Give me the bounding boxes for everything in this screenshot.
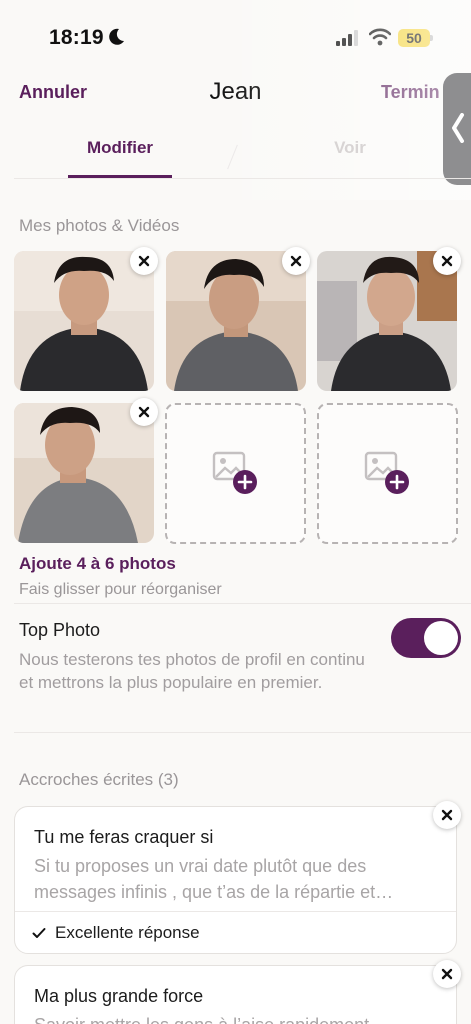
done-button[interactable]: Termin [381,82,440,103]
add-photo-icon [364,451,409,494]
prompt-badge: Excellente réponse [32,923,200,943]
close-icon [138,406,150,418]
checkmark-icon [32,928,46,938]
add-photo-slot-6[interactable] [317,403,458,544]
status-time: 18:19 [49,26,104,49]
close-icon [441,809,453,821]
tab-divider [227,144,238,170]
divider [14,732,471,733]
profile-photo-4[interactable] [14,403,154,543]
close-icon [138,255,150,267]
chevron-left-icon [452,113,464,143]
top-photo-description: Nous testerons tes photos de profil en c… [19,650,365,692]
add-photo-icon [212,451,257,494]
close-icon [441,968,453,980]
add-photos-title: Ajoute 4 à 6 photos [19,554,176,573]
moon-icon [109,28,124,45]
prompt-card-1[interactable]: Tu me feras craquer si Si tu proposes un… [14,806,457,954]
toggle-knob [424,621,458,655]
tab-view[interactable]: Voir [305,138,395,158]
profile-photo-1[interactable] [14,251,154,391]
top-photo-title: Top Photo [19,620,101,640]
divider [14,178,471,179]
remove-photo-4-button[interactable] [130,398,158,426]
prompt-answer: Si tu proposes un vrai date plutôt que d… [34,856,394,902]
add-photo-slot-5[interactable] [165,403,306,544]
battery-indicator: 50 [398,29,430,47]
tab-edit[interactable]: Modifier [68,138,172,158]
remove-prompt-2-button[interactable] [433,960,461,988]
remove-photo-1-button[interactable] [130,247,158,275]
remove-prompt-1-button[interactable] [433,801,461,829]
remove-photo-3-button[interactable] [433,247,461,275]
wifi-icon [369,28,391,46]
prompt-question: Ma plus grande force [34,986,204,1006]
cancel-button[interactable]: Annuler [19,82,87,103]
profile-photo-2[interactable] [166,251,306,391]
prompt-answer: Savoir mettre les gens à l’aise rapideme… [34,1012,434,1024]
battery-tip [430,35,433,41]
top-photo-toggle[interactable] [391,618,461,658]
prompts-section-title: Accroches écrites (3) [19,770,179,789]
divider [14,603,471,604]
badge-label: Excellente réponse [55,923,200,942]
card-divider [15,911,456,912]
signal-icon [336,30,358,46]
prompt-card-2[interactable]: Ma plus grande force Savoir mettre les g… [14,965,457,1024]
close-icon [290,255,302,267]
side-panel-handle[interactable] [443,73,471,185]
photos-section-title: Mes photos & Vidéos [19,216,180,235]
profile-photo-3[interactable] [317,251,457,391]
close-icon [441,255,453,267]
remove-photo-2-button[interactable] [282,247,310,275]
reorder-hint: Fais glisser pour réorganiser [19,581,222,598]
prompt-question: Tu me feras craquer si [34,827,214,847]
